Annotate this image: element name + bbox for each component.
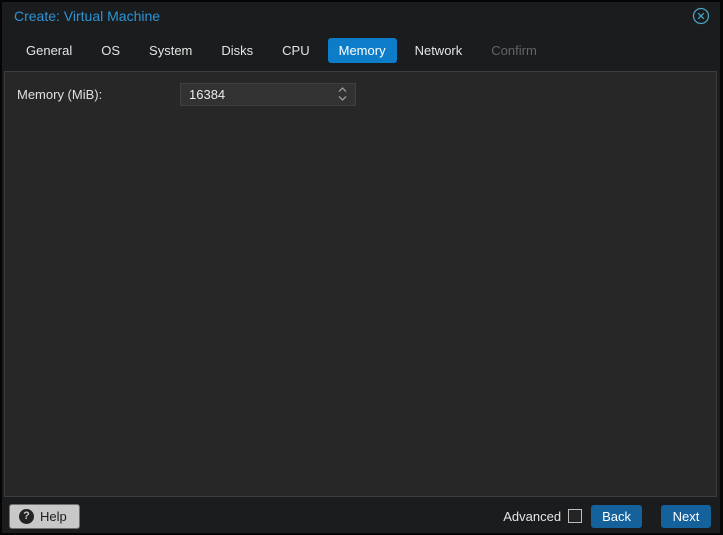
back-button[interactable]: Back (591, 504, 642, 528)
memory-field-wrap (180, 82, 356, 106)
create-vm-dialog: Create: Virtual Machine General OS Syste… (0, 0, 723, 535)
dialog-title: Create: Virtual Machine (14, 8, 161, 24)
close-icon[interactable] (692, 7, 710, 25)
help-button-label: Help (40, 508, 67, 524)
chevron-up-icon[interactable] (338, 87, 347, 93)
dialog-titlebar: Create: Virtual Machine (2, 2, 720, 30)
tab-confirm: Confirm (491, 42, 537, 58)
question-circle-icon: ? (19, 508, 34, 524)
tab-network[interactable]: Network (404, 38, 474, 63)
tab-memory[interactable]: Memory (327, 37, 397, 63)
chevron-down-icon[interactable] (338, 95, 347, 101)
memory-form-row: Memory (MiB): (17, 82, 704, 106)
next-button[interactable]: Next (661, 504, 711, 528)
memory-input[interactable] (181, 83, 355, 105)
tab-system[interactable]: System (138, 38, 203, 63)
advanced-checkbox[interactable] (568, 509, 583, 523)
advanced-label: Advanced (503, 508, 562, 524)
tab-disks[interactable]: Disks (210, 38, 264, 63)
wizard-tabbar: General OS System Disks CPU Memory Netwo… (2, 30, 720, 70)
memory-label: Memory (MiB): (17, 86, 103, 102)
tab-cpu[interactable]: CPU (271, 38, 320, 63)
tab-os[interactable]: OS (90, 38, 131, 63)
help-button[interactable]: ? Help (9, 503, 80, 529)
memory-spinner[interactable] (334, 84, 350, 105)
dialog-footer: ? Help Advanced Back Next (2, 499, 720, 533)
wizard-content-panel: Memory (MiB): (4, 71, 717, 497)
tab-general[interactable]: General (15, 38, 83, 63)
